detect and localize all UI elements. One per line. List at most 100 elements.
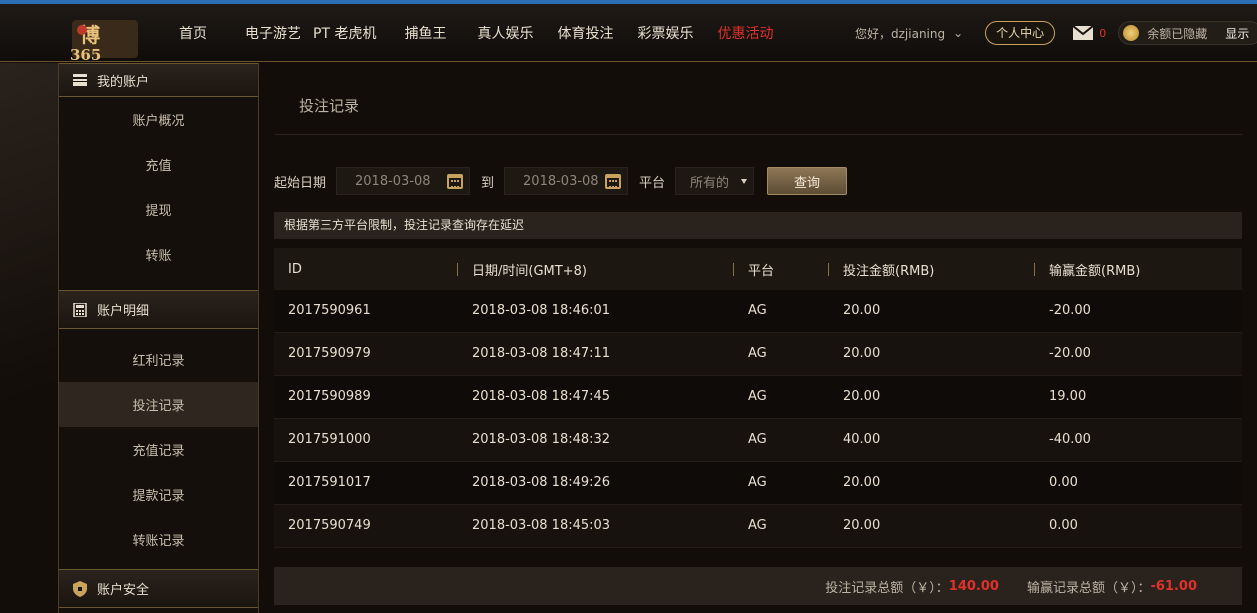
cell-id: 2017590989 (288, 389, 371, 404)
table-row: 2017590989 2018-03-08 18:47:45 AG 20.00 19.0… (274, 376, 1242, 419)
sidebar-item-bonus-records[interactable]: 红利记录 (59, 337, 258, 382)
mail-count-badge: 0 (1099, 26, 1107, 40)
cell-datetime: 2018-03-08 18:46:01 (472, 303, 611, 318)
cell-bet-amount: 20.00 (843, 303, 881, 318)
nav-fishing[interactable]: 捕鱼王 (404, 23, 446, 43)
col-header-datetime[interactable]: 日期/时间(GMT+8) (472, 260, 587, 279)
platform-select[interactable]: 所有的 (675, 167, 755, 195)
cell-win-loss: 0.00 (1049, 518, 1078, 533)
dropdown-arrow-icon (741, 179, 748, 184)
col-separator (457, 263, 458, 276)
cell-id: 2017590979 (288, 346, 371, 361)
nav-live-casino[interactable]: 真人娱乐 (477, 23, 533, 43)
table-header: ID 日期/时间(GMT+8) 平台 投注金额(RMB) 输赢金额(RMB) (274, 248, 1242, 290)
bet-records-table: ID 日期/时间(GMT+8) 平台 投注金额(RMB) 输赢金额(RMB) 2… (274, 248, 1242, 548)
cell-win-loss: 19.00 (1049, 389, 1087, 404)
background-decoration (0, 63, 58, 613)
top-navbar: 博 365 首页 电子游艺 PT 老虎机 捕鱼王 真人娱乐 体育投注 彩票娱乐 … (0, 0, 1257, 64)
filter-bar: 起始日期 2018-03-08 到 2018-03-08 平台 所有的 查询 (274, 167, 848, 195)
table-row: 2017590749 2018-03-08 18:45:03 AG 20.00 0.00 (274, 505, 1242, 548)
cell-id: 2017590749 (288, 518, 371, 533)
page-title: 投注记录 (299, 97, 360, 115)
sidebar-item-deposit[interactable]: 充值 (59, 142, 258, 187)
cell-bet-amount: 20.00 (843, 475, 881, 490)
cell-platform: AG (748, 303, 767, 318)
cell-datetime: 2018-03-08 18:45:03 (472, 518, 611, 533)
cell-win-loss: 0.00 (1049, 475, 1078, 490)
sidebar-item-transfer-records[interactable]: 转账记录 (59, 517, 258, 562)
sidebar-item-deposit-records[interactable]: 充值记录 (59, 427, 258, 472)
sidebar-section-account-security[interactable]: 账户安全 (59, 569, 258, 608)
nav-lottery[interactable]: 彩票娱乐 (637, 23, 693, 43)
win-total-value: -61.00 (1150, 578, 1197, 594)
col-separator (828, 263, 829, 276)
cell-platform: AG (748, 518, 767, 533)
main-nav: 首页 电子游艺 PT 老虎机 捕鱼王 真人娱乐 体育投注 彩票娱乐 优惠活动 (160, 4, 797, 62)
cell-bet-amount: 40.00 (843, 432, 881, 447)
nav-home[interactable]: 首页 (179, 23, 207, 43)
svg-text:365: 365 (70, 46, 101, 64)
col-separator (733, 263, 734, 276)
show-balance-button[interactable]: 显示 (1225, 25, 1249, 42)
chevron-down-icon[interactable]: ⌄ (953, 26, 963, 40)
col-header-id[interactable]: ID (288, 262, 302, 277)
nav-sports[interactable]: 体育投注 (557, 23, 613, 43)
sidebar-section-my-account[interactable]: 我的账户 (59, 63, 258, 97)
shield-icon (73, 580, 87, 597)
end-date-input[interactable]: 2018-03-08 (504, 167, 629, 195)
sidebar-section-title: 我的账户 (97, 74, 150, 90)
col-separator (1034, 263, 1035, 276)
nav-electronic-games[interactable]: 电子游艺 (245, 23, 301, 43)
cell-id: 2017591017 (288, 475, 371, 490)
cell-datetime: 2018-03-08 18:47:45 (472, 389, 611, 404)
summary-bar: 投注记录总额（￥）： 140.00 输赢记录总额（￥）： -61.00 (274, 567, 1242, 605)
cell-win-loss: -20.00 (1049, 346, 1091, 361)
query-button[interactable]: 查询 (767, 167, 848, 195)
start-date-label: 起始日期 (274, 175, 327, 191)
bet-total-value: 140.00 (948, 578, 999, 594)
cell-id: 2017590961 (288, 303, 371, 318)
sidebar-item-bet-records[interactable]: 投注记录 (59, 382, 258, 427)
user-area: 您好，dzjianing ⌄ 个人中心 0 余额已隐藏 显示 (855, 4, 1257, 62)
table-body: 2017590961 2018-03-08 18:46:01 AG 20.00 -20.… (274, 290, 1242, 548)
delay-notice: 根据第三方平台限制，投注记录查询存在延迟 (274, 212, 1242, 239)
sidebar-section-title: 账户安全 (97, 583, 150, 598)
table-row: 2017590961 2018-03-08 18:46:01 AG 20.00 -20.… (274, 290, 1242, 333)
to-label: 到 (481, 175, 495, 191)
cell-win-loss: -40.00 (1049, 432, 1091, 447)
balance-box: 余额已隐藏 显示 (1118, 21, 1257, 45)
cell-bet-amount: 20.00 (843, 346, 881, 361)
start-date-input[interactable]: 2018-03-08 (336, 167, 471, 195)
sidebar-item-overview[interactable]: 账户概况 (59, 97, 258, 142)
cell-datetime: 2018-03-08 18:47:11 (472, 346, 611, 361)
col-header-bet-amount[interactable]: 投注金额(RMB) (843, 260, 934, 279)
col-header-win-loss[interactable]: 输赢金额(RMB) (1049, 260, 1140, 279)
mail-icon[interactable] (1073, 26, 1094, 40)
cell-bet-amount: 20.00 (843, 389, 881, 404)
balance-text: 余额已隐藏 (1147, 26, 1208, 41)
cell-platform: AG (748, 346, 767, 361)
table-row: 2017590979 2018-03-08 18:47:11 AG 20.00 -20.… (274, 333, 1242, 376)
cell-datetime: 2018-03-08 18:48:32 (472, 432, 611, 447)
nav-pt-slots[interactable]: PT 老虎机 (313, 23, 376, 43)
sidebar-item-withdraw[interactable]: 提现 (59, 187, 258, 232)
platform-label: 平台 (639, 175, 666, 191)
sidebar-item-withdrawal-records[interactable]: 提款记录 (59, 472, 258, 517)
account-sidebar: 我的账户 账户概况 充值 提现 转账 账户明细 红利记录 投注记录 充值记录 提… (58, 63, 259, 613)
col-header-platform[interactable]: 平台 (748, 260, 774, 279)
sidebar-section-title: 账户明细 (97, 304, 150, 319)
nav-promotions[interactable]: 优惠活动 (717, 23, 773, 43)
coin-icon (1123, 25, 1140, 41)
main-panel: 投注记录 起始日期 2018-03-08 到 2018-03-08 平台 所有的… (274, 63, 1242, 613)
cell-platform: AG (748, 475, 767, 490)
sidebar-item-transfer[interactable]: 转账 (59, 232, 258, 277)
personal-center-button[interactable]: 个人中心 (985, 21, 1056, 45)
calendar-icon[interactable] (605, 174, 622, 189)
sidebar-section-account-details[interactable]: 账户明细 (59, 290, 258, 329)
platform-value: 所有的 (690, 175, 730, 191)
win-total-label: 输赢记录总额（￥）： (1026, 580, 1151, 596)
calendar-icon[interactable] (447, 174, 464, 189)
cell-datetime: 2018-03-08 18:49:26 (472, 475, 611, 490)
card-icon (73, 74, 87, 86)
site-logo[interactable]: 博 365 (62, 14, 148, 64)
